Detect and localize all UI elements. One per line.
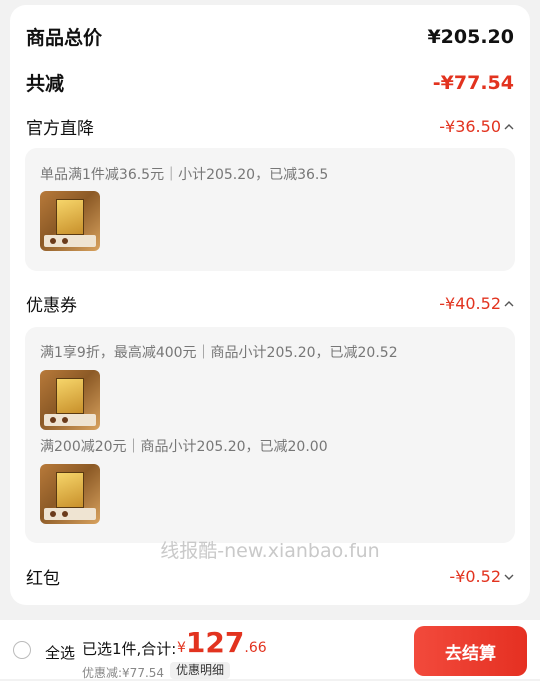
watermark: 线报酷-new.xianbao.fun [160,540,380,562]
discount-detail-panel: 商品总价 ¥205.20 共减 -¥77.54 官方直降 -¥36.50 单品满… [10,5,530,605]
official-discount-box: 单品满1件减36.5元｜小计205.20，已减36.5 [25,148,515,271]
chevron-up-icon[interactable] [504,123,514,131]
reduce-label: 共减 [26,73,65,95]
discount-amount-text: 优惠减:¥77.54 [82,666,165,680]
price-currency: ¥ [177,640,186,656]
coupon-box: 满1享9折，最高减400元｜商品小计205.20，已减20.52 满200减20… [25,327,515,543]
coupon-value: -¥40.52 [439,294,501,313]
total-value: ¥205.20 [427,25,514,48]
redpacket-value: -¥0.52 [449,567,501,586]
chevron-up-icon[interactable] [504,300,514,308]
coupon-row[interactable]: 优惠券 -¥40.52 [26,291,514,316]
total-price: ¥127.66 [177,626,267,659]
coupon-value-wrap[interactable]: -¥40.52 [439,294,514,313]
official-discount-value-wrap[interactable]: -¥36.50 [439,117,514,136]
official-discount-row[interactable]: 官方直降 -¥36.50 [26,114,514,139]
coupon-detail-2: 满200减20元｜商品小计205.20，已减20.00 [40,439,328,455]
reduce-value: -¥77.54 [432,71,514,94]
official-discount-value: -¥36.50 [439,117,501,136]
redpacket-row[interactable]: 红包 -¥0.52 [26,564,514,589]
official-discount-detail: 单品满1件减36.5元｜小计205.20，已减36.5 [40,167,329,183]
official-discount-label: 官方直降 [26,119,94,139]
chevron-down-icon[interactable] [504,573,514,581]
coupon-label: 优惠券 [26,296,77,316]
selected-total-label: 已选1件,合计: [82,640,177,658]
discount-detail-button[interactable]: 优惠明细 [170,662,231,679]
radio-unchecked-icon[interactable] [13,641,31,659]
select-all-label[interactable]: 全选 [45,642,75,663]
total-label: 商品总价 [26,27,103,49]
checkout-button[interactable]: 去结算 [414,626,527,676]
checkout-bar: 全选 已选1件,合计: ¥127.66 优惠减:¥77.54 优惠明细 去结算 [0,620,540,680]
redpacket-label: 红包 [26,569,60,589]
product-thumbnail[interactable] [40,464,100,524]
product-thumbnail[interactable] [40,191,100,251]
coupon-detail-1: 满1享9折，最高减400元｜商品小计205.20，已减20.52 [40,345,398,361]
product-thumbnail[interactable] [40,370,100,430]
redpacket-value-wrap[interactable]: -¥0.52 [449,567,514,586]
price-integer: 127 [185,626,245,659]
reduce-row: 共减 -¥77.54 [26,69,514,96]
total-row: 商品总价 ¥205.20 [26,23,514,50]
price-decimal: .66 [244,640,267,656]
